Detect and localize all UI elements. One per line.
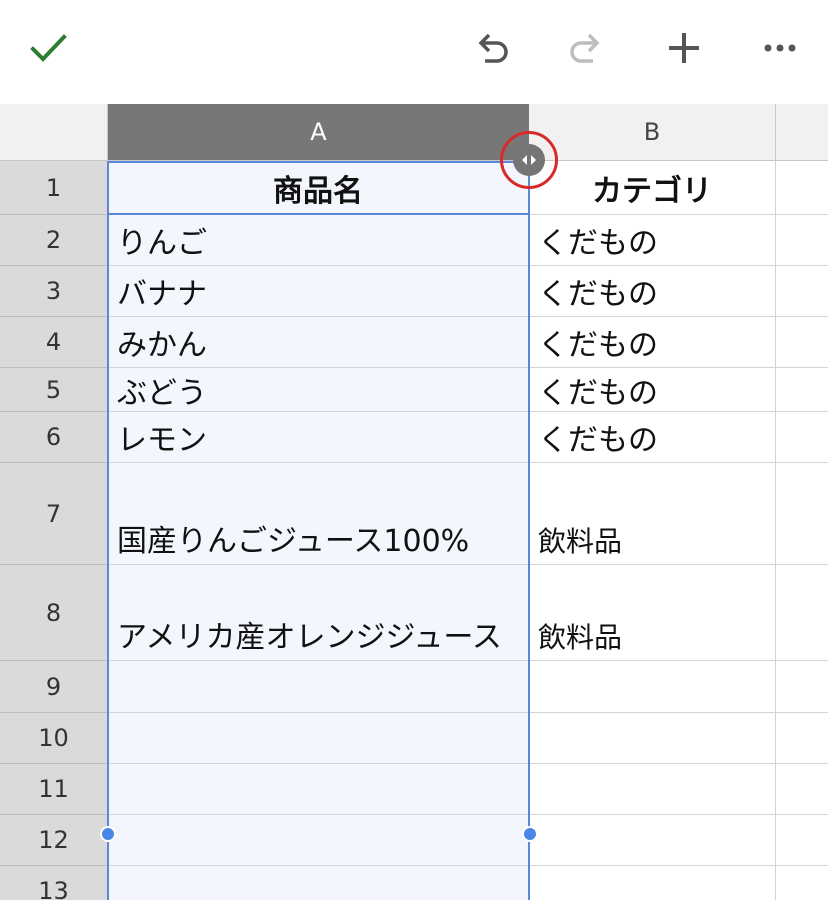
row-header-5[interactable]: 5 (0, 368, 108, 412)
resize-arrows-icon (522, 155, 536, 165)
cell-c6[interactable] (776, 412, 828, 463)
row-header-11[interactable]: 11 (0, 764, 108, 815)
checkmark-icon[interactable] (24, 24, 72, 72)
cell-c7[interactable] (776, 463, 828, 565)
cell-a10[interactable] (108, 713, 529, 764)
row-header-7[interactable]: 7 (0, 463, 108, 565)
row-header-9[interactable]: 9 (0, 661, 108, 713)
row-header-8[interactable]: 8 (0, 565, 108, 661)
row-header-12[interactable]: 12 (0, 815, 108, 866)
cell-a8[interactable]: アメリカ産オレンジジュース (108, 565, 529, 661)
cell-b7[interactable]: 飲料品 (529, 463, 776, 565)
toolbar (0, 0, 828, 104)
cell-a7[interactable]: 国産りんごジュース100% (108, 463, 529, 565)
cell-a5[interactable]: ぶどう (108, 368, 529, 412)
more-icon[interactable] (756, 24, 804, 72)
column-header-c[interactable] (776, 104, 828, 161)
cell-b10[interactable] (529, 713, 776, 764)
row-header-3[interactable]: 3 (0, 266, 108, 317)
cell-b11[interactable] (529, 764, 776, 815)
column-resize-handle[interactable] (513, 144, 545, 176)
cell-c10[interactable] (776, 713, 828, 764)
row-header-4[interactable]: 4 (0, 317, 108, 368)
cell-a6[interactable]: レモン (108, 412, 529, 463)
row-header-1[interactable]: 1 (0, 161, 108, 215)
cell-c13[interactable] (776, 866, 828, 900)
cell-c8[interactable] (776, 565, 828, 661)
cell-c5[interactable] (776, 368, 828, 412)
selection-handle-end[interactable] (522, 826, 538, 842)
cell-c9[interactable] (776, 661, 828, 713)
column-header-a[interactable]: A (108, 104, 529, 161)
cell-a13[interactable] (108, 866, 529, 900)
cell-c11[interactable] (776, 764, 828, 815)
spreadsheet-grid: A B 1 商品名 カテゴリ 2 りんご くだもの 3 バナナ くだもの 4 みかん くだもの 5 ぶどう… (0, 104, 828, 900)
redo-icon[interactable] (562, 24, 610, 72)
cell-c12[interactable] (776, 815, 828, 866)
cell-a2[interactable]: りんご (108, 215, 529, 266)
cell-b9[interactable] (529, 661, 776, 713)
row-header-2[interactable]: 2 (0, 215, 108, 266)
cell-b12[interactable] (529, 815, 776, 866)
undo-icon[interactable] (468, 24, 516, 72)
cell-c4[interactable] (776, 317, 828, 368)
plus-icon[interactable] (660, 24, 708, 72)
row-header-13[interactable]: 13 (0, 866, 108, 900)
cell-a9[interactable] (108, 661, 529, 713)
cell-c2[interactable] (776, 215, 828, 266)
cell-b1[interactable]: カテゴリ (529, 161, 776, 215)
cell-b4[interactable]: くだもの (529, 317, 776, 368)
row-header-6[interactable]: 6 (0, 412, 108, 463)
cell-b6[interactable]: くだもの (529, 412, 776, 463)
row-header-10[interactable]: 10 (0, 713, 108, 764)
cell-b5[interactable]: くだもの (529, 368, 776, 412)
cell-c1[interactable] (776, 161, 828, 215)
cell-a3[interactable]: バナナ (108, 266, 529, 317)
select-all-corner[interactable] (0, 104, 108, 161)
cell-b3[interactable]: くだもの (529, 266, 776, 317)
cell-a11[interactable] (108, 764, 529, 815)
cell-b13[interactable] (529, 866, 776, 900)
cell-a1[interactable]: 商品名 (108, 161, 529, 215)
cell-a4[interactable]: みかん (108, 317, 529, 368)
column-header-b[interactable]: B (529, 104, 776, 161)
cell-a12[interactable] (108, 815, 529, 866)
cell-c3[interactable] (776, 266, 828, 317)
cell-b2[interactable]: くだもの (529, 215, 776, 266)
cell-b8[interactable]: 飲料品 (529, 565, 776, 661)
selection-handle-start[interactable] (100, 826, 116, 842)
